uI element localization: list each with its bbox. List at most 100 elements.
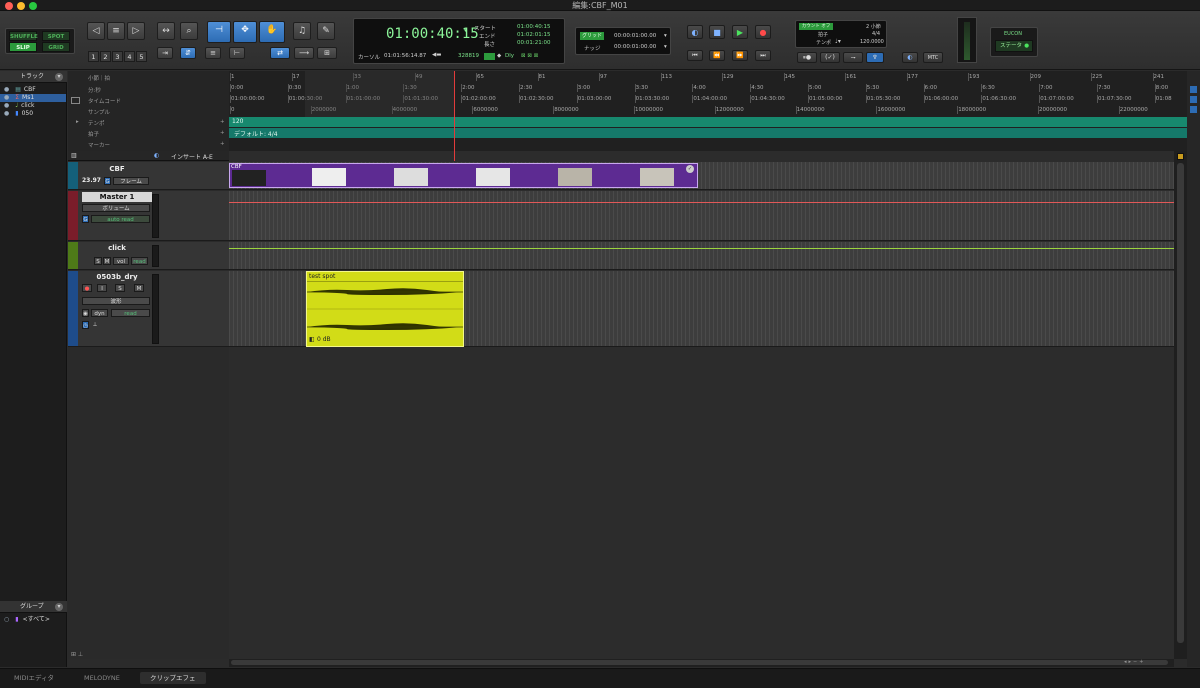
nudge-dropdown-icon[interactable]: ▾ (664, 44, 667, 50)
length-value[interactable]: 00:01:21:00 (517, 40, 551, 46)
tempo-marker[interactable]: 120 (232, 118, 243, 125)
slip-mode-button[interactable]: SLIP (9, 42, 37, 52)
add-meter-icon[interactable]: + (220, 130, 225, 136)
end-value[interactable]: 01:02:01:15 (517, 32, 551, 38)
edit-window-tracks[interactable]: CBF ✓ test spot ◧ 0 dB (229, 151, 1174, 659)
zoom-preset-5[interactable]: 5 (136, 51, 147, 62)
insertion-follows-icon[interactable]: ⊢ (229, 47, 245, 59)
automation-mode-dropdown[interactable]: auto read (91, 215, 150, 223)
shuffle-mode-button[interactable]: SHUFFLE (9, 31, 38, 41)
tempo-expand-icon[interactable]: ▸ (76, 119, 79, 125)
add-track-icon[interactable]: ⊞ ⊥ (71, 651, 83, 658)
nudge-value[interactable]: 00:00:01:00.00 (614, 44, 656, 50)
horizontal-scroll-thumb[interactable] (231, 660, 1168, 665)
track-list-item-click[interactable]: ● ♩ click (0, 102, 66, 110)
tempo-map-icon[interactable]: ♆ (866, 52, 884, 63)
start-value[interactable]: 01:00:40:15 (517, 24, 551, 30)
trim-tool-icon[interactable]: ⊣ (207, 21, 231, 43)
grid-value[interactable]: 00:00:01:00.00 (614, 33, 656, 39)
track-column-icon[interactable]: ▥ (71, 152, 77, 159)
metronome-icon[interactable]: (✓) (820, 52, 840, 63)
input-monitor-button[interactable]: I (97, 284, 107, 292)
keyboard-focus-icon[interactable]: ⇄ (270, 47, 290, 59)
track-lane-click[interactable] (229, 242, 1174, 270)
waveform-zoom-icon[interactable]: ≡ (107, 22, 125, 40)
ruler-timecode-label[interactable]: タイムコード (88, 97, 121, 105)
zoom-toggle-icon[interactable] (1177, 153, 1184, 160)
video-online-icon[interactable]: G (104, 177, 111, 185)
fast-forward-button[interactable]: ⏩ (732, 50, 748, 61)
meter-marker[interactable]: デフォルト: 4/4 (234, 129, 278, 138)
link-selection-icon[interactable]: ⇵ (180, 47, 196, 59)
solo-button[interactable]: S (94, 257, 102, 265)
track-list-item-cbf[interactable]: ● ▤ CBF (0, 86, 66, 94)
track-name[interactable]: CBF (82, 164, 152, 174)
grid-mode-button[interactable]: GRID (42, 42, 70, 52)
track-list-item-050[interactable]: ● ▮ 050 (0, 110, 66, 118)
groups-menu-icon[interactable]: ▾ (55, 603, 63, 611)
track-view-dropdown[interactable]: 波形 (82, 297, 150, 305)
tracks-menu-icon[interactable]: ▾ (55, 73, 63, 81)
track-name[interactable]: click (82, 243, 152, 253)
magnifier-icon[interactable]: ⌕ (180, 22, 198, 40)
automation-mode-dropdown[interactable]: read (111, 309, 150, 317)
countoff-toggle[interactable]: カウント オフ (799, 23, 833, 30)
elastic-audio-icon[interactable]: ◉ (82, 309, 89, 317)
marker-icon[interactable] (1190, 86, 1197, 93)
audio-clip-test-spot[interactable]: test spot ◧ 0 dB (306, 271, 464, 347)
dyn-button[interactable]: dyn (91, 309, 108, 317)
conductor-icon[interactable]: ⇁ (843, 52, 863, 63)
zoomer-tool-icon[interactable]: ↔ (157, 22, 175, 40)
ruler-bars-label[interactable]: 小節｜拍 (88, 74, 110, 82)
ruler-minsecs-label[interactable]: 分:秒 (88, 86, 101, 94)
zoom-preset-2[interactable]: 2 (100, 51, 111, 62)
meter-value[interactable]: 4/4 (872, 31, 880, 37)
ruler-tempo-label[interactable]: テンポ (88, 119, 105, 127)
zoom-controls-icon[interactable]: ◂▸−+ (1124, 659, 1174, 667)
sync-icon[interactable]: ◐ (902, 52, 918, 63)
zoom-preset-1[interactable]: 1 (88, 51, 99, 62)
tab-melodyne[interactable]: MELODYNE (84, 672, 120, 684)
grid-toggle[interactable]: グリッド (580, 32, 604, 40)
zoom-in-icon[interactable]: ▷ (127, 22, 145, 40)
timebase-icon[interactable]: ◷ (82, 321, 89, 329)
rewind-button[interactable]: ⏪ (709, 50, 725, 61)
mtc-button[interactable]: MTC (923, 52, 943, 63)
tab-midi-editor[interactable]: MIDIエディタ (14, 672, 54, 684)
loop-edit-icon[interactable]: ⊞ (317, 47, 337, 59)
tab-to-transient-icon[interactable]: ⇥ (157, 47, 173, 59)
frame-view-dropdown[interactable]: フレーム (113, 177, 149, 185)
ruler-meter-label[interactable]: 拍子 (88, 130, 99, 138)
master-link-icon[interactable]: G (82, 215, 89, 223)
countoff-bars[interactable]: 2 小節 (866, 23, 881, 30)
track-list-item-master[interactable]: ● Σ Ms1 (0, 94, 66, 102)
stop-button[interactable]: ■ (709, 25, 725, 39)
track-name[interactable]: Master 1 (82, 192, 152, 202)
insert-view-icon[interactable]: ◐ (154, 152, 159, 159)
track-lane-master[interactable] (229, 191, 1174, 241)
pencil-tool-icon[interactable]: ✎ (317, 22, 335, 40)
automation-mode-dropdown[interactable]: read (131, 257, 148, 265)
tempo-value[interactable]: 120.0000 (860, 39, 884, 45)
spot-mode-button[interactable]: SPOT (42, 31, 70, 41)
ruler-view-icon[interactable] (71, 97, 80, 104)
selector-tool-icon[interactable]: ✥ (233, 21, 257, 43)
video-clip-cbf[interactable]: CBF ✓ (229, 163, 698, 188)
track-name[interactable]: 0503b_dry (82, 272, 152, 282)
track-view-dropdown[interactable]: ボリューム (82, 204, 150, 212)
marker-icon[interactable] (1190, 106, 1197, 113)
vertical-scroll-thumb[interactable] (1177, 163, 1184, 643)
tab-clip-effects[interactable]: クリップエフェ (140, 672, 206, 684)
timeline-rulers[interactable]: 1 17 33 49 65 81 97 113 129 145 161 177 193 209 225 241… (229, 71, 1187, 151)
go-to-end-button[interactable]: ⏭ (755, 50, 771, 61)
horizontal-scrollbar[interactable] (229, 659, 1174, 667)
scroll-mode-icon[interactable]: ⟶ (294, 47, 314, 59)
grabber-hand-icon[interactable]: ✋ (259, 21, 285, 43)
ruler-marker-label[interactable]: マーカー (88, 141, 110, 149)
tempo-ruler[interactable]: 120 (229, 117, 1187, 127)
add-tempo-icon[interactable]: + (220, 119, 225, 125)
zoom-preset-4[interactable]: 4 (124, 51, 135, 62)
group-all-item[interactable]: ○ ▮ <すべて> (0, 616, 66, 624)
vertical-scrollbar[interactable] (1174, 151, 1187, 659)
mute-button[interactable]: M (103, 257, 111, 265)
